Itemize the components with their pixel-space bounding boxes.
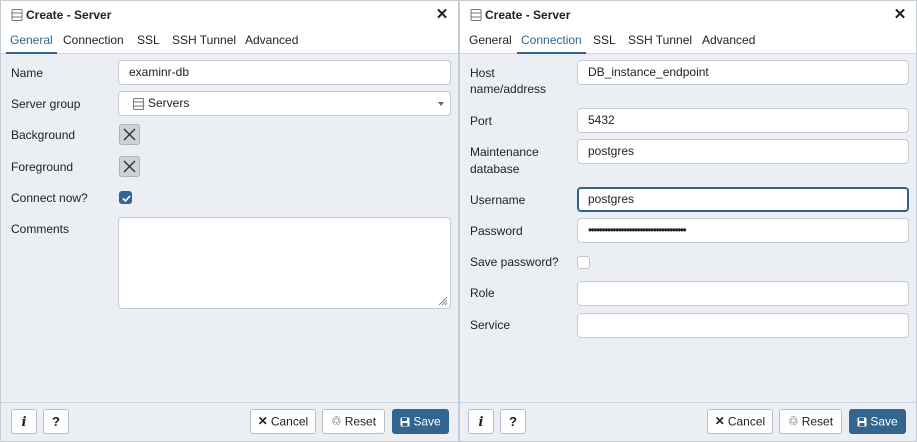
help-button[interactable]: ? <box>43 409 69 434</box>
password-label: Password <box>470 224 523 238</box>
cancel-button[interactable]: ✕ Cancel <box>250 409 316 434</box>
name-label: Name <box>11 66 44 80</box>
server-group-select[interactable]: Servers <box>118 91 451 116</box>
host-input[interactable]: DB_instance_endpoint <box>577 60 909 85</box>
reset-label: Reset <box>344 414 377 429</box>
x-icon <box>123 128 136 141</box>
close-button[interactable]: ✕ <box>434 6 450 24</box>
background-color-picker[interactable] <box>119 124 140 145</box>
help-button[interactable]: ? <box>500 409 526 434</box>
comments-label: Comments <box>11 222 70 236</box>
server-group-icon <box>133 98 144 110</box>
tab-advanced[interactable]: Advanced <box>241 29 302 54</box>
host-label-line2: name/address <box>470 82 547 96</box>
password-input[interactable]: •••••••••••••••••••••••••••••••••••• <box>577 218 909 243</box>
cancel-label: Cancel <box>270 414 309 429</box>
dialog-title: Create - Server <box>26 8 112 22</box>
info-button[interactable]: i <box>11 409 37 434</box>
dialog-footer: i ? ✕ Cancel ♲ Reset Save <box>1 402 458 441</box>
host-label-line1: Host <box>470 66 495 80</box>
tab-ssl[interactable]: SSL <box>589 29 620 54</box>
checkmark-icon <box>122 195 131 203</box>
role-input[interactable] <box>577 281 909 306</box>
save-password-checkbox[interactable] <box>577 256 590 269</box>
close-icon: ✕ <box>714 414 725 429</box>
reset-button[interactable]: ♲ Reset <box>322 409 385 434</box>
background-label: Background <box>11 128 76 142</box>
comments-textarea[interactable] <box>118 217 451 309</box>
server-icon <box>470 9 482 21</box>
maintenance-db-input[interactable]: postgres <box>577 139 909 164</box>
port-label: Port <box>470 114 493 128</box>
dialog-titlebar: Create - Server ✕ <box>460 1 916 29</box>
save-label: Save <box>870 414 898 429</box>
save-password-label: Save password? <box>470 255 559 269</box>
cancel-button[interactable]: ✕ Cancel <box>707 409 773 434</box>
maintenance-db-label-line1: Maintenance <box>470 145 539 159</box>
connect-now-label: Connect now? <box>11 191 88 205</box>
username-input[interactable]: postgres <box>577 187 909 212</box>
tab-general[interactable]: General <box>6 29 57 54</box>
tab-ssh-tunnel[interactable]: SSH Tunnel <box>624 29 696 54</box>
reset-label: Reset <box>801 414 834 429</box>
save-button[interactable]: Save <box>849 409 906 434</box>
recycle-icon: ♲ <box>787 414 799 429</box>
tab-ssl[interactable]: SSL <box>133 29 164 54</box>
foreground-label: Foreground <box>11 160 74 174</box>
dialog-title: Create - Server <box>485 8 571 22</box>
tab-bar: General Connection SSL SSH Tunnel Advanc… <box>1 29 458 54</box>
floppy-disk-icon <box>400 417 410 427</box>
create-server-dialog-connection: Create - Server ✕ General Connection SSL… <box>459 0 917 442</box>
floppy-disk-icon <box>857 417 867 427</box>
connect-now-checkbox[interactable] <box>119 191 132 204</box>
info-button[interactable]: i <box>468 409 494 434</box>
tab-advanced[interactable]: Advanced <box>698 29 759 54</box>
save-label: Save <box>413 414 441 429</box>
tab-general[interactable]: General <box>465 29 516 54</box>
name-input[interactable]: examinr-db <box>118 60 451 85</box>
close-icon: ✕ <box>257 414 268 429</box>
role-label: Role <box>470 286 495 300</box>
recycle-icon: ♲ <box>330 414 342 429</box>
username-label: Username <box>470 193 526 207</box>
port-input[interactable]: 5432 <box>577 108 909 133</box>
server-group-value: Servers <box>148 96 190 110</box>
tab-bar: General Connection SSL SSH Tunnel Advanc… <box>460 29 916 54</box>
server-group-label: Server group <box>11 97 81 111</box>
info-icon: i <box>478 415 484 430</box>
service-label: Service <box>470 318 511 332</box>
maintenance-db-label-line2: database <box>470 162 520 176</box>
chevron-down-icon <box>438 102 444 106</box>
info-icon: i <box>21 415 27 430</box>
service-input[interactable] <box>577 313 909 338</box>
server-icon <box>11 9 23 21</box>
close-button[interactable]: ✕ <box>892 6 908 24</box>
dialog-titlebar: Create - Server ✕ <box>1 1 458 29</box>
resize-grip-icon[interactable] <box>438 296 448 306</box>
save-button[interactable]: Save <box>392 409 449 434</box>
foreground-color-picker[interactable] <box>119 156 140 177</box>
create-server-dialog-general: Create - Server ✕ General Connection SSL… <box>0 0 459 442</box>
tab-connection[interactable]: Connection <box>59 29 128 54</box>
tab-ssh-tunnel[interactable]: SSH Tunnel <box>168 29 240 54</box>
dialog-footer: i ? ✕ Cancel ♲ Reset Save <box>460 402 916 441</box>
reset-button[interactable]: ♲ Reset <box>779 409 842 434</box>
cancel-label: Cancel <box>727 414 766 429</box>
tab-connection[interactable]: Connection <box>517 29 586 54</box>
x-icon <box>123 160 136 173</box>
